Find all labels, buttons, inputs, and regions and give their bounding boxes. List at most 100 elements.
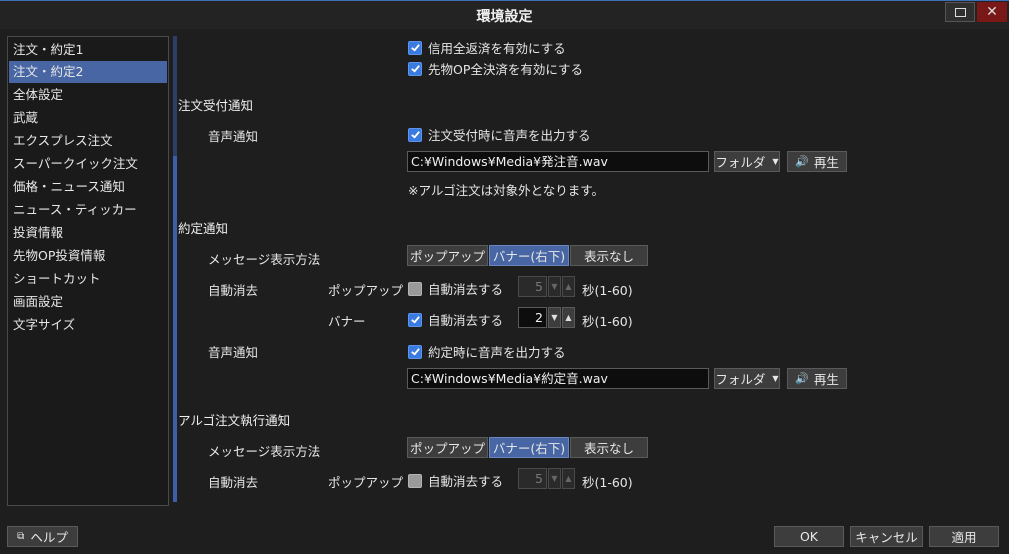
exec-popup-auto-label: 自動消去する [428, 282, 504, 297]
algo-popup-auto-close-checkbox[interactable]: 自動消去する [408, 471, 503, 490]
exec-sound-label: 音声通知 [208, 345, 259, 360]
order-sound-path-input[interactable]: C:¥Windows¥Media¥発注音.wav [407, 151, 709, 172]
checkbox-unchecked-icon [408, 473, 422, 488]
exec-message-method-selector: ポップアップ バナー(右下) 表示なし [407, 245, 649, 266]
exec-notice-section-title: 約定通知 [178, 221, 229, 236]
algo-popup-auto-label: 自動消去する [428, 474, 504, 489]
increment-button[interactable]: ▲ [562, 468, 575, 489]
checkbox-unchecked-icon [408, 281, 422, 296]
apply-button[interactable]: 適用 [929, 526, 999, 547]
exec-sound-checkbox[interactable]: 約定時に音声を出力する [408, 342, 566, 361]
checkmark-icon [408, 127, 422, 142]
algo-exclusion-note: ※アルゴ注文は対象外となります。 [408, 183, 604, 198]
exec-play-button[interactable]: 🔊 再生 [787, 368, 847, 389]
decrement-button[interactable]: ▼ [548, 276, 561, 297]
order-sound-label: 音声通知 [208, 129, 259, 144]
scrollbar-thumb[interactable] [173, 156, 177, 502]
scroll-viewport-edge [178, 497, 1008, 509]
cancel-button[interactable]: キャンセル [850, 526, 923, 547]
help-button-label: ヘルプ [30, 530, 68, 545]
checkmark-icon [408, 312, 422, 327]
seconds-value: 5 [518, 276, 547, 297]
sidebar-item-order-exec-1[interactable]: 注文・約定1 [9, 39, 167, 61]
decrement-button[interactable]: ▼ [548, 307, 561, 328]
order-play-button[interactable]: 🔊 再生 [787, 151, 847, 172]
exec-banner-label: バナー [328, 314, 366, 329]
play-button-label: 再生 [813, 155, 839, 170]
close-icon: ✕ [986, 4, 998, 20]
seconds-value[interactable]: 2 [518, 307, 547, 328]
settings-category-list: 注文・約定1 注文・約定2 全体設定 武蔵 エクスプレス注文 スーパークイック注… [7, 36, 169, 506]
sidebar-item-shortcut[interactable]: ショートカット [9, 268, 167, 290]
sidebar-item-price-news-alert[interactable]: 価格・ニュース通知 [9, 176, 167, 198]
increment-button[interactable]: ▲ [562, 307, 575, 328]
algo-mode-none-option[interactable]: 表示なし [570, 437, 648, 458]
ok-button[interactable]: OK [774, 526, 844, 547]
order-folder-button[interactable]: フォルダ ▼ [714, 151, 780, 172]
exec-mode-popup-option[interactable]: ポップアップ [407, 245, 488, 266]
futures-bulk-checkbox[interactable]: 先物OP全決済を有効にする [408, 59, 583, 78]
sidebar-item-order-exec-2[interactable]: 注文・約定2 [9, 61, 167, 83]
order-sound-checkbox[interactable]: 注文受付時に音声を出力する [408, 125, 591, 144]
futures-bulk-label: 先物OP全決済を有効にする [428, 62, 584, 77]
exec-folder-button[interactable]: フォルダ ▼ [714, 368, 780, 389]
sidebar-item-news-ticker[interactable]: ニュース・ティッカー [9, 199, 167, 221]
chevron-down-icon: ▼ [772, 157, 779, 166]
order-notice-section-title: 注文受付通知 [178, 98, 254, 113]
algo-auto-close-label: 自動消去 [208, 475, 259, 490]
algo-mode-banner-option[interactable]: バナー(右下) [489, 437, 569, 458]
checkmark-icon [408, 40, 422, 55]
credit-bulk-checkbox[interactable]: 信用全返済を有効にする [408, 38, 566, 57]
window-title: 環境設定 [476, 9, 533, 25]
algo-mode-popup-option[interactable]: ポップアップ [407, 437, 488, 458]
exec-banner-auto-close-checkbox[interactable]: 自動消去する [408, 310, 503, 329]
exec-sound-check-label: 約定時に音声を出力する [428, 345, 566, 360]
algo-popup-label: ポップアップ [328, 475, 404, 490]
exec-popup-seconds-stepper[interactable]: 5 ▼ ▲ [518, 276, 575, 297]
close-button[interactable]: ✕ [977, 2, 1007, 22]
checkmark-icon [408, 61, 422, 76]
exec-banner-range-label: 秒(1-60) [582, 314, 633, 329]
exec-popup-auto-close-checkbox[interactable]: 自動消去する [408, 279, 503, 298]
increment-button[interactable]: ▲ [562, 276, 575, 297]
title-bar: 環境設定 ✕ [0, 0, 1009, 29]
speaker-icon: 🔊 [795, 155, 809, 168]
maximize-icon [954, 7, 966, 17]
sidebar-item-investment-info[interactable]: 投資情報 [9, 222, 167, 244]
maximize-button[interactable] [945, 2, 975, 22]
exec-banner-auto-label: 自動消去する [428, 313, 504, 328]
checkmark-icon [408, 344, 422, 359]
exec-mode-banner-option[interactable]: バナー(右下) [489, 245, 569, 266]
exec-auto-close-label: 自動消去 [208, 283, 259, 298]
chevron-down-icon: ▼ [772, 374, 779, 383]
order-sound-check-label: 注文受付時に音声を出力する [428, 128, 591, 143]
speaker-icon: 🔊 [795, 372, 809, 385]
sidebar-item-futures-op-info[interactable]: 先物OP投資情報 [9, 245, 167, 267]
decrement-button[interactable]: ▼ [548, 468, 561, 489]
exec-mode-none-option[interactable]: 表示なし [570, 245, 648, 266]
exec-popup-range-label: 秒(1-60) [582, 283, 633, 298]
vertical-scrollbar[interactable] [173, 36, 177, 502]
sidebar-item-express-order[interactable]: エクスプレス注文 [9, 130, 167, 152]
seconds-value: 5 [518, 468, 547, 489]
folder-button-label: フォルダ [715, 155, 766, 170]
sidebar-item-musashi[interactable]: 武蔵 [9, 107, 167, 129]
play-button-label: 再生 [813, 372, 839, 387]
algo-message-method-label: メッセージ表示方法 [208, 444, 321, 459]
sidebar-item-general[interactable]: 全体設定 [9, 84, 167, 106]
exec-sound-path-input[interactable]: C:¥Windows¥Media¥約定音.wav [407, 368, 709, 389]
algo-notice-section-title: アルゴ注文執行通知 [178, 413, 291, 428]
exec-popup-label: ポップアップ [328, 283, 404, 298]
exec-message-method-label: メッセージ表示方法 [208, 252, 321, 267]
sidebar-item-super-quick-order[interactable]: スーパークイック注文 [9, 153, 167, 175]
external-link-icon: ⧉ [17, 531, 25, 542]
sidebar-item-font-size[interactable]: 文字サイズ [9, 314, 167, 336]
credit-bulk-label: 信用全返済を有効にする [428, 41, 566, 56]
algo-popup-seconds-stepper[interactable]: 5 ▼ ▲ [518, 468, 575, 489]
sidebar-item-screen-settings[interactable]: 画面設定 [9, 291, 167, 313]
exec-banner-seconds-stepper[interactable]: 2 ▼ ▲ [518, 307, 575, 328]
help-button[interactable]: ⧉ ヘルプ [7, 526, 78, 547]
algo-message-method-selector: ポップアップ バナー(右下) 表示なし [407, 437, 649, 458]
algo-popup-range-label: 秒(1-60) [582, 475, 633, 490]
folder-button-label: フォルダ [715, 372, 766, 387]
